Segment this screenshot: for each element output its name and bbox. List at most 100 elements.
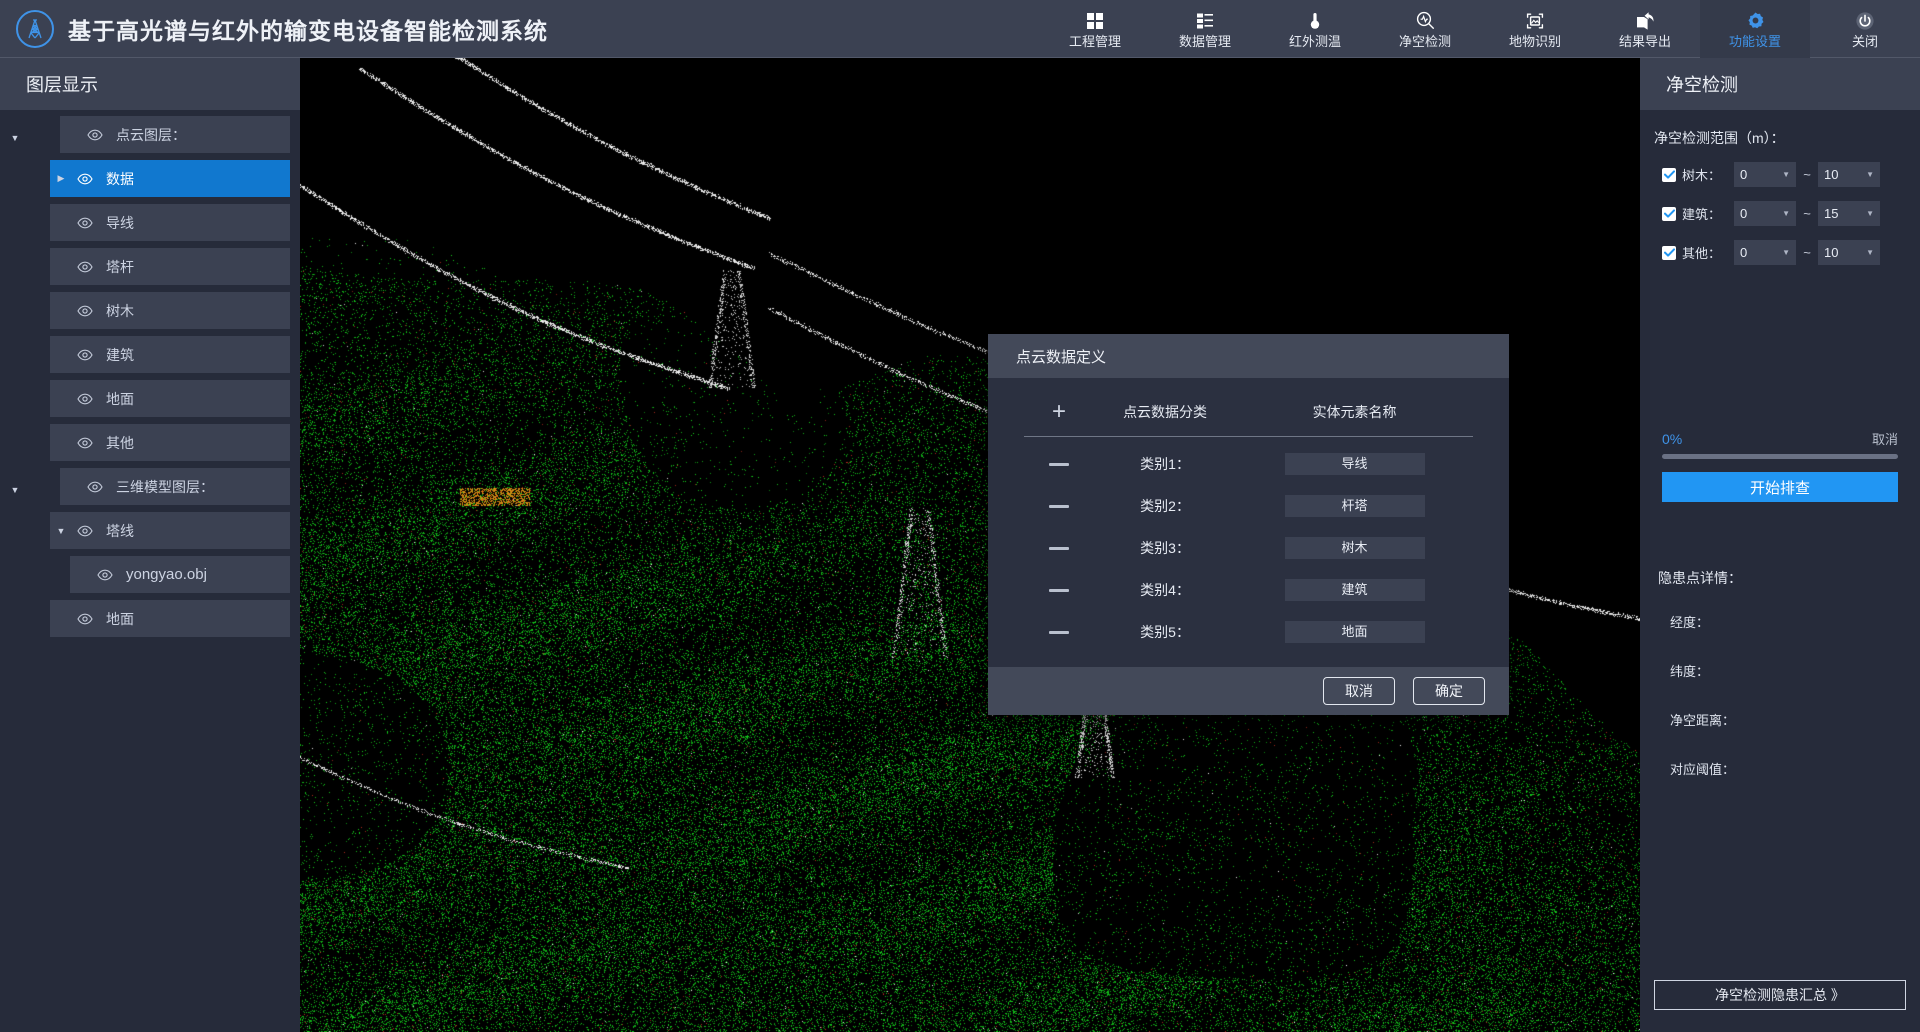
layer-item-label: 塔线 [106,522,134,539]
layer-item-0[interactable]: 点云图层： [60,116,290,153]
cancel-button[interactable]: 取消 [1323,677,1395,705]
layer-item-2[interactable]: 导线 [50,204,290,241]
layer-item-4[interactable]: 树木 [50,292,290,329]
eye-visibility-icon[interactable] [72,393,98,405]
eye-visibility-icon[interactable] [72,173,98,185]
chevron-down-icon: ▼ [1866,248,1874,257]
eye-visibility-icon[interactable] [72,305,98,317]
chevron-down-icon[interactable]: ▼ [0,133,30,143]
eye-visibility-icon[interactable] [72,437,98,449]
hazard-detail-field: 对应阈值： [1670,762,1736,777]
eye-visibility-icon[interactable] [72,261,98,273]
entity-name-input-2[interactable]: 树木 [1284,537,1425,559]
entity-name-input-1[interactable]: 杆塔 [1284,495,1425,517]
layer-item-label: 树木 [106,302,134,319]
range-min-select-0[interactable]: 0 ▼ [1734,162,1796,187]
range-min-select-2[interactable]: 0 ▼ [1734,240,1796,265]
minus-icon[interactable] [1024,485,1094,527]
layer-item-label: 塔杆 [106,258,134,275]
eye-visibility-icon[interactable] [82,481,108,493]
eye-visibility-icon[interactable] [72,525,98,537]
range-max-value: 10 [1824,167,1839,182]
layer-panel: 图层显示 ▼ 点云图层： ▶ 数据 导线 塔杆 树木 建筑 地面 其他 ▼ 三维模型图层： ▼ 塔线 yon… [0,58,300,1032]
nav-item-function-settings[interactable]: 功能设置 [1700,0,1810,58]
eye-visibility-icon[interactable] [72,217,98,229]
layer-item-5[interactable]: 建筑 [50,336,290,373]
range-max-select-2[interactable]: 10 ▼ [1818,240,1880,265]
minus-icon[interactable] [1024,527,1094,569]
entity-name-input-3[interactable]: 建筑 [1284,579,1425,601]
layer-item-1[interactable]: ▶ 数据 [50,160,290,197]
app-body: 图层显示 ▼ 点云图层： ▶ 数据 导线 塔杆 树木 建筑 地面 其他 ▼ 三维模型图层： ▼ 塔线 yon… [0,58,1920,1032]
category-row: 类别5： 地面 [1024,611,1473,653]
range-min-value: 0 [1740,245,1748,260]
chevron-down-icon: ▼ [1866,209,1874,218]
nav-label: 地物识别 [1508,33,1561,49]
range-separator: ~ [1803,167,1811,182]
clearance-panel-body: 净空检测范围（m）： 树木： 0 ▼ ~10 ▼ 建筑： 0 ▼ ~15 ▼ 其他： 0 ▼ ~10 ▼ 0… [1640,110,1920,980]
category-label: 类别4： [1140,582,1190,598]
plus-icon[interactable]: + [1024,400,1094,436]
point-cloud-3d-view[interactable]: 点云数据定义 + 点云数据分类 实体元素名称 类别1： 导线 类别2： 杆塔 类别3： 树… [300,58,1640,1032]
entity-name-input-0[interactable]: 导线 [1284,453,1425,475]
layer-item-label: 地面 [106,390,134,407]
chevron-down-icon: ▼ [1782,248,1790,257]
hazard-detail-title: 隐患点详情： [1658,570,1742,586]
checkbox-0[interactable] [1662,167,1676,182]
layer-tree-node: 地面 [0,600,300,644]
hazard-detail-fields: 经度： 纬度： 净空距离： 对应阈值： [1658,612,1906,778]
eye-visibility-icon[interactable] [72,349,98,361]
transmission-tower-icon [16,9,54,48]
eye-visibility-icon[interactable] [92,569,118,581]
layer-item-8[interactable]: 三维模型图层： [60,468,290,505]
nav-item-data-management[interactable]: 数据管理 [1150,0,1260,58]
chevron-down-icon[interactable]: ▼ [50,526,72,536]
layer-item-9[interactable]: ▼ 塔线 [50,512,290,549]
minus-icon[interactable] [1024,569,1094,611]
image-scan-icon [1525,10,1545,32]
start-inspection-button[interactable]: 开始排查 [1662,472,1898,502]
nav-item-result-export[interactable]: 结果导出 [1590,0,1700,58]
nav-item-close[interactable]: 关闭 [1810,0,1920,58]
nav-label: 净空检测 [1398,33,1451,49]
layer-item-label: 点云图层： [116,126,186,143]
nav-item-clearance-detection[interactable]: 净空检测 [1370,0,1480,58]
layer-item-11[interactable]: 地面 [50,600,290,637]
layer-item-3[interactable]: 塔杆 [50,248,290,285]
layer-item-label: 三维模型图层： [116,478,214,495]
nav-item-terrain-recognition[interactable]: 地物识别 [1480,0,1590,58]
category-row: 类别1： 导线 [1024,443,1473,485]
nav-item-infrared-temperature[interactable]: 红外测温 [1260,0,1370,58]
layer-item-label: 地面 [106,610,134,627]
category-label: 类别1： [1140,456,1190,472]
layer-tree-node: 建筑 [0,336,300,380]
progress-cancel-link[interactable]: 取消 [1872,429,1898,448]
range-max-select-1[interactable]: 15 ▼ [1818,201,1880,226]
category-row: 类别4： 建筑 [1024,569,1473,611]
nav-label: 功能设置 [1728,33,1781,49]
layer-item-6[interactable]: 地面 [50,380,290,417]
entity-name-input-4[interactable]: 地面 [1284,621,1425,643]
chevron-right-icon[interactable]: ▶ [50,173,72,184]
confirm-button[interactable]: 确定 [1413,677,1485,705]
nav-item-engineering-management[interactable]: 工程管理 [1040,0,1150,58]
layer-item-7[interactable]: 其他 [50,424,290,461]
gear-icon [1746,10,1765,32]
minus-icon[interactable] [1024,443,1094,485]
eye-visibility-icon[interactable] [72,613,98,625]
progress-percent: 0% [1662,431,1683,447]
chevron-down-icon[interactable]: ▼ [0,485,30,495]
range-max-select-0[interactable]: 10 ▼ [1818,162,1880,187]
range-separator: ~ [1803,206,1811,221]
layer-item-10[interactable]: yongyao.obj [70,556,290,593]
column-header-entity-name: 实体元素名称 [1312,404,1397,420]
range-label: 建筑： [1682,207,1722,222]
minus-icon[interactable] [1024,611,1094,653]
hazard-summary-button[interactable]: 净空检测隐患汇总 》 [1654,980,1906,1010]
range-min-select-1[interactable]: 0 ▼ [1734,201,1796,226]
checkbox-1[interactable] [1662,206,1676,221]
clearance-range-row: 树木： 0 ▼ ~10 ▼ [1654,162,1906,187]
eye-visibility-icon[interactable] [82,129,108,141]
checkbox-2[interactable] [1662,245,1676,260]
category-row: 类别3： 树木 [1024,527,1473,569]
